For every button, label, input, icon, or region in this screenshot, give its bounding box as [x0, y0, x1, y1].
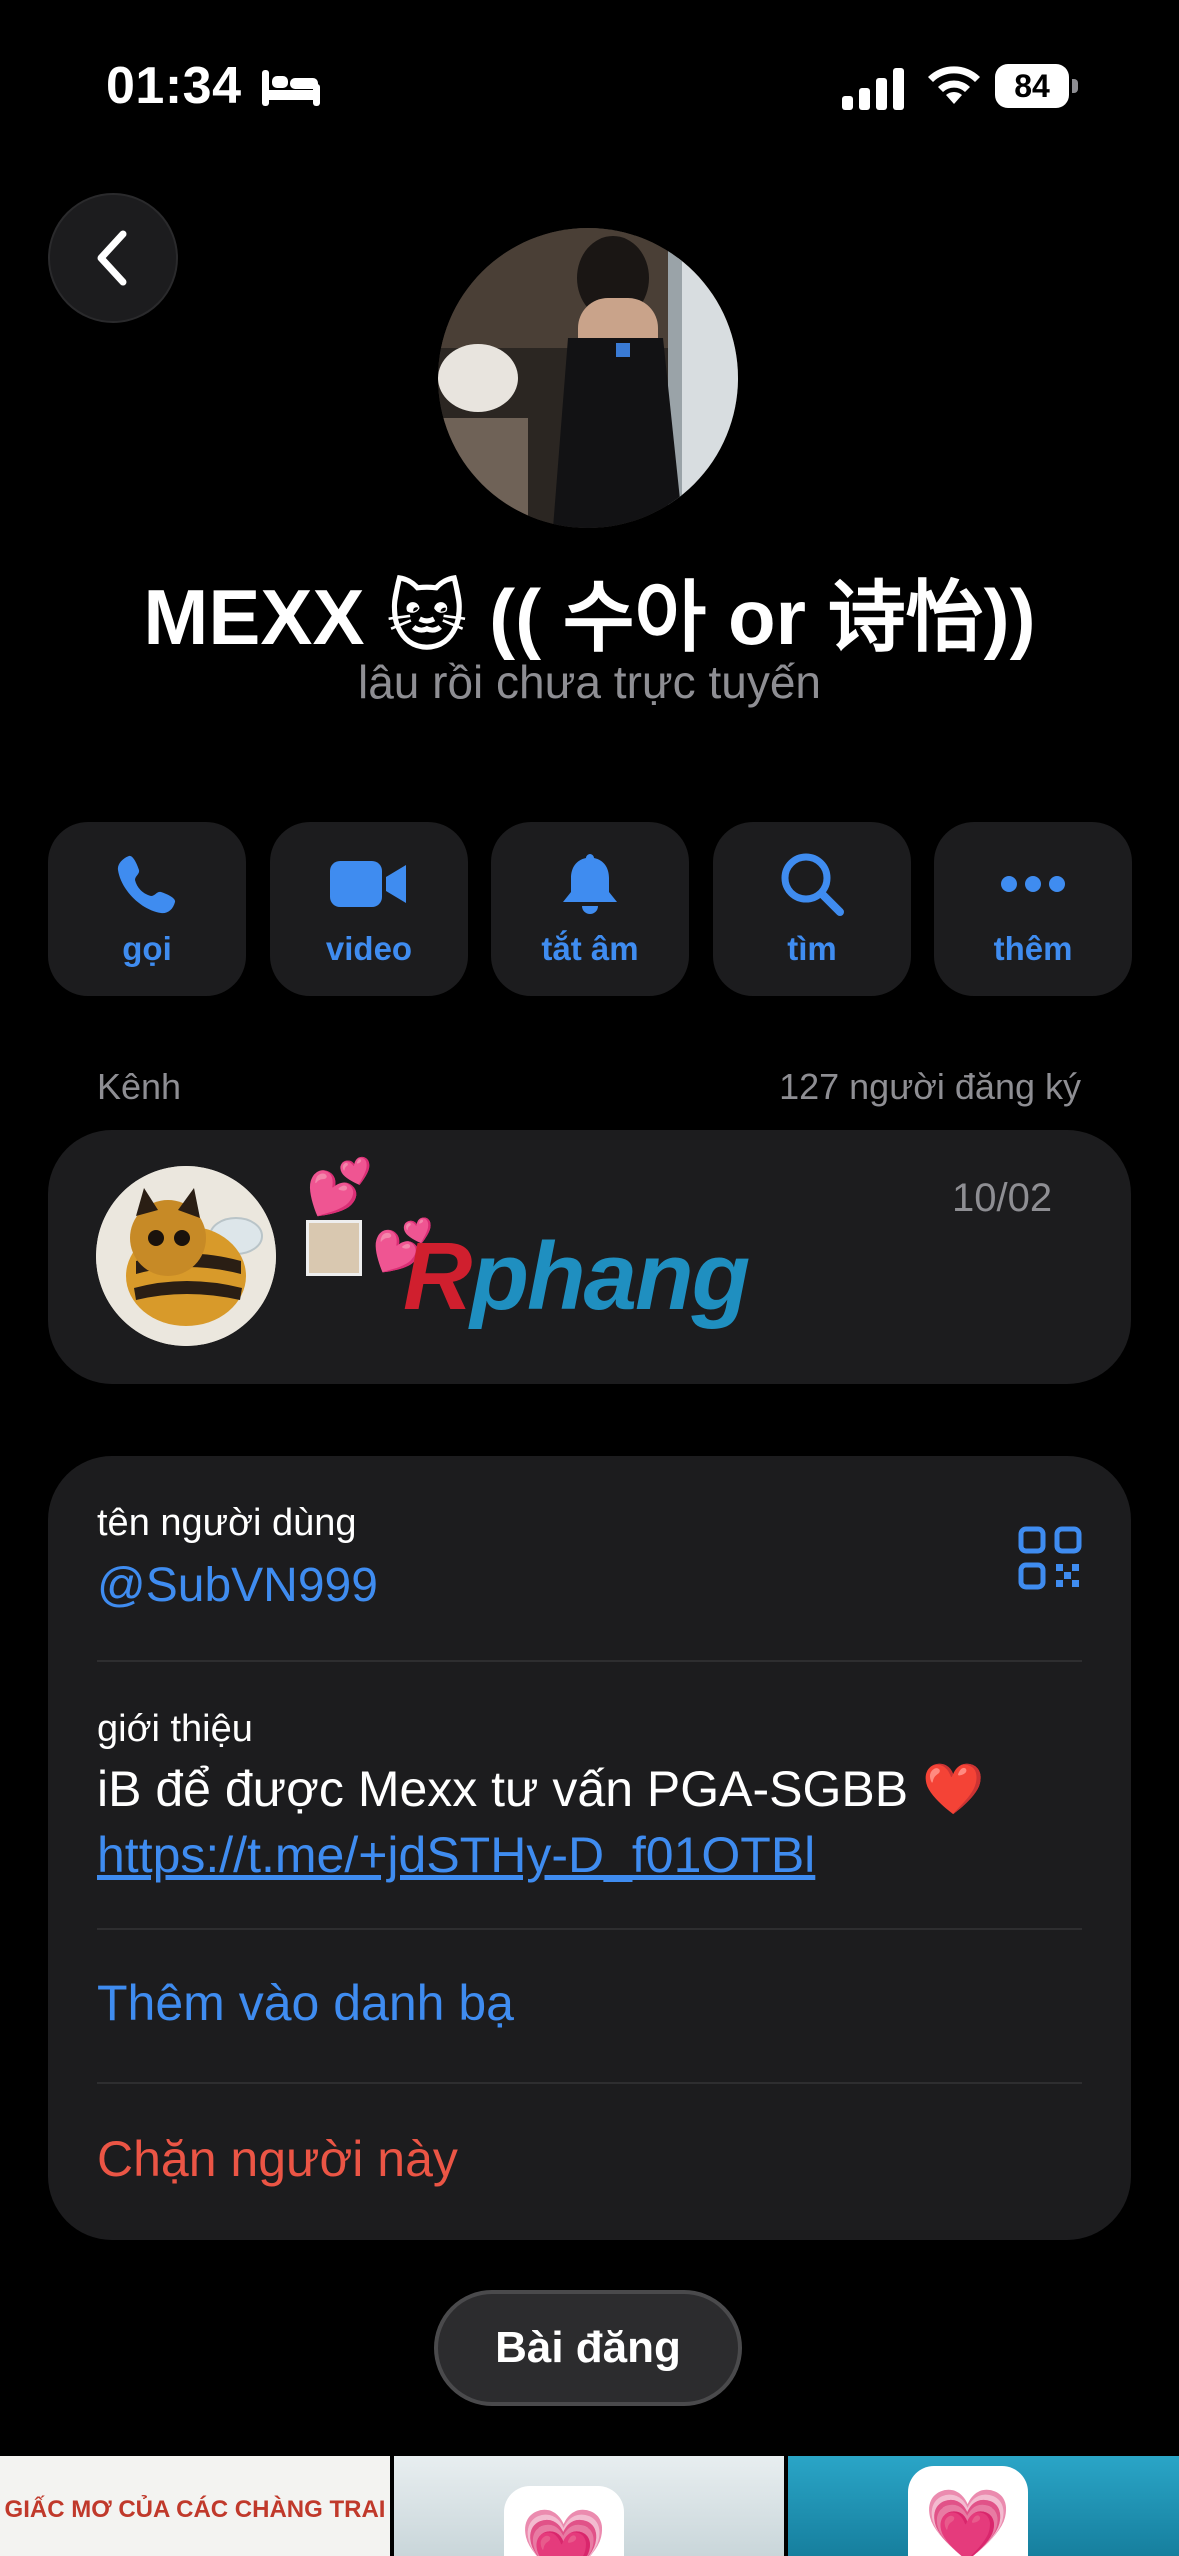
- add-to-contacts-button[interactable]: Thêm vào danh bạ: [97, 1974, 514, 2032]
- heart-sticker-icon: 💗: [504, 2486, 624, 2556]
- post-thumbnail[interactable]: 💗: [394, 2456, 784, 2556]
- channel-name: Rphang: [403, 1222, 750, 1332]
- battery-cap: [1072, 79, 1078, 93]
- bell-icon: [563, 854, 617, 914]
- username[interactable]: @SubVN999: [97, 1558, 378, 1613]
- search-button[interactable]: tìm: [713, 822, 911, 996]
- battery-percent: 84: [1014, 68, 1050, 104]
- chevron-left-icon: [97, 230, 127, 286]
- phone-icon: [117, 855, 176, 914]
- channel-section-label: Kênh: [97, 1066, 182, 1107]
- cellular-signal-icon: [842, 68, 904, 110]
- more-icon: [1001, 876, 1065, 892]
- divider: [97, 1660, 1082, 1662]
- heart-sticker-icon: 💗: [908, 2466, 1028, 2556]
- thumbnail-caption: GIẤC MƠ CỦA CÁC CHÀNG TRAI: [4, 2496, 386, 2523]
- search-label: tìm: [787, 930, 837, 967]
- bio-link[interactable]: https://t.me/+jdSTHy-D_f01OTBl: [97, 1826, 815, 1884]
- post-thumbnail[interactable]: 💗: [788, 2456, 1179, 2556]
- status-time: 01:34: [106, 57, 242, 115]
- channel-name-rest: phang: [470, 1223, 750, 1330]
- block-user-button[interactable]: Chặn người này: [97, 2130, 458, 2188]
- more-button[interactable]: thêm: [934, 822, 1132, 996]
- battery-indicator: 84: [995, 64, 1081, 108]
- mute-button[interactable]: tắt âm: [491, 822, 689, 996]
- profile-avatar[interactable]: [438, 228, 738, 528]
- posts-tab-button[interactable]: Bài đăng: [434, 2290, 742, 2406]
- divider: [97, 2082, 1082, 2084]
- username-label: tên người dùng: [97, 1502, 357, 1544]
- call-button[interactable]: gọi: [48, 822, 246, 996]
- channel-date: 10/02: [952, 1176, 1053, 1220]
- channel-sticker-image: [306, 1220, 362, 1276]
- sleep-focus-icon: [262, 70, 320, 106]
- more-label: thêm: [993, 930, 1073, 967]
- last-seen-status: lâu rồi chưa trực tuyến: [357, 656, 821, 708]
- subscriber-count: 127 người đăng ký: [779, 1066, 1081, 1107]
- channel-avatar: [96, 1166, 276, 1346]
- bio-text: iB để được Mexx tư vấn PGA-SGBB ❤️: [97, 1761, 985, 1817]
- bio-label: giới thiệu: [97, 1708, 253, 1750]
- wifi-icon: [928, 66, 980, 104]
- avatar-photo: [438, 228, 738, 528]
- video-camera-icon: [330, 861, 406, 907]
- divider: [97, 1928, 1082, 1930]
- search-icon: [781, 853, 844, 916]
- video-button[interactable]: video: [270, 822, 468, 996]
- back-button[interactable]: [48, 193, 178, 323]
- video-label: video: [325, 930, 413, 967]
- bee-cat-image: [96, 1166, 276, 1346]
- qr-code-icon[interactable]: [1018, 1526, 1082, 1590]
- post-thumbnail[interactable]: GIẤC MƠ CỦA CÁC CHÀNG TRAI: [0, 2456, 390, 2556]
- mute-label: tắt âm: [541, 930, 639, 967]
- profile-name: MEXX 🐱 (( 수아 or 诗怡)): [143, 573, 1036, 661]
- channel-name-emoji: 💕: [306, 1157, 374, 1217]
- call-label: gọi: [122, 930, 172, 967]
- channel-name-r: R: [403, 1223, 472, 1330]
